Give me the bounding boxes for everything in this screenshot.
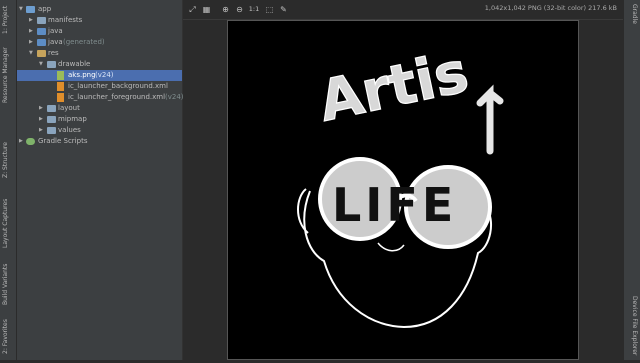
tree-item-java[interactable]: ▶ java — [17, 26, 182, 37]
tree-item-label: app — [38, 5, 52, 13]
tree-item-res[interactable]: ▼ res — [17, 48, 182, 59]
tree-item-values[interactable]: ▶ values — [17, 125, 182, 136]
tree-item-label: res — [48, 49, 59, 57]
tab-device-file-explorer[interactable]: Device File Explorer — [627, 296, 638, 358]
tab-gradle[interactable]: Gradle — [627, 4, 638, 34]
tab-build-variants[interactable]: Build Variants — [2, 262, 14, 307]
image-info: 1,042x1,042 PNG (32-bit color) 217.6 kB — [484, 4, 617, 12]
tree-item-label: values — [58, 126, 81, 134]
folder-icon — [47, 127, 56, 134]
folder-icon — [47, 61, 56, 68]
project-tree: ▼ app ▶ manifests ▶ java ▶ java (generat… — [17, 0, 184, 360]
xml-file-icon — [57, 93, 64, 102]
right-tool-strip: Gradle Device File Explorer — [623, 0, 640, 360]
tree-item-layout[interactable]: ▶ layout — [17, 103, 182, 114]
folder-icon — [47, 116, 56, 123]
tree-item-suffix: (v24) — [165, 93, 184, 101]
artwork-image: Artis LIFE — [228, 21, 578, 359]
tree-item-drawable[interactable]: ▼ drawable — [17, 59, 182, 70]
tree-item-aks-png[interactable]: aks.png (v24) — [17, 70, 182, 81]
tab-favorites[interactable]: 2: Favorites — [2, 318, 14, 356]
tree-item-label: ic_launcher_background.xml — [68, 82, 168, 90]
tree-item-suffix: (generated) — [63, 38, 105, 46]
expand-arrow-icon[interactable]: ▼ — [19, 4, 23, 15]
folder-icon — [37, 17, 46, 24]
folder-icon — [37, 39, 46, 46]
fit-zoom-icon[interactable]: ⬚ — [264, 4, 275, 15]
image-editor-toolbar: ⤢ ▦ ⊕ ⊖ 1:1 ⬚ ✎ 1,042x1,042 PNG (32-bit … — [183, 0, 623, 20]
collapse-arrow-icon[interactable]: ▶ — [39, 103, 43, 114]
tree-item-label: mipmap — [58, 115, 87, 123]
folder-icon — [37, 50, 46, 57]
fit-to-screen-icon[interactable]: ⤢ — [187, 4, 198, 15]
xml-file-icon — [57, 82, 64, 91]
tree-item-ic-launcher-background[interactable]: ic_launcher_background.xml — [17, 81, 182, 92]
collapse-arrow-icon[interactable]: ▶ — [19, 136, 23, 147]
tab-resource-manager[interactable]: Resource Manager — [2, 40, 14, 110]
tab-project[interactable]: 1: Project — [2, 2, 14, 38]
expand-arrow-icon[interactable]: ▼ — [29, 48, 33, 59]
image-file-icon — [57, 71, 64, 80]
tree-item-label: java — [48, 27, 63, 35]
tree-item-ic-launcher-foreground[interactable]: ic_launcher_foreground.xml (v24) — [17, 92, 184, 103]
tree-item-label: Gradle Scripts — [38, 137, 88, 145]
gradle-icon — [26, 138, 35, 145]
color-picker-icon[interactable]: ✎ — [278, 4, 289, 15]
tree-item-app[interactable]: ▼ app — [17, 4, 182, 15]
expand-arrow-icon[interactable]: ▼ — [39, 59, 43, 70]
tree-item-label: drawable — [58, 60, 91, 68]
folder-icon — [47, 105, 56, 112]
tree-item-label: manifests — [48, 16, 83, 24]
collapse-arrow-icon[interactable]: ▶ — [29, 26, 33, 37]
image-canvas: Artis LIFE — [183, 20, 623, 360]
module-folder-icon — [26, 6, 35, 13]
tree-item-gradle-scripts[interactable]: ▶ Gradle Scripts — [17, 136, 182, 147]
image-preview: Artis LIFE — [227, 20, 579, 360]
tab-layout-captures[interactable]: Layout Captures — [2, 196, 14, 251]
lens-text: LIFE — [332, 178, 457, 232]
collapse-arrow-icon[interactable]: ▶ — [39, 114, 43, 125]
tree-item-label: java — [48, 38, 63, 46]
tree-item-java-generated[interactable]: ▶ java (generated) — [17, 37, 182, 48]
tree-item-mipmap[interactable]: ▶ mipmap — [17, 114, 182, 125]
collapse-arrow-icon[interactable]: ▶ — [29, 37, 33, 48]
tree-item-label: layout — [58, 104, 80, 112]
tree-item-label: ic_launcher_foreground.xml — [68, 93, 166, 101]
tree-item-suffix: (v24) — [95, 71, 114, 79]
zoom-out-icon[interactable]: ⊖ — [234, 4, 245, 15]
grid-icon[interactable]: ▦ — [201, 4, 212, 15]
tab-structure[interactable]: Z: Structure — [2, 140, 14, 180]
collapse-arrow-icon[interactable]: ▶ — [29, 15, 33, 26]
tree-item-label: aks.png — [68, 71, 96, 79]
tree-item-manifests[interactable]: ▶ manifests — [17, 15, 182, 26]
folder-icon — [37, 28, 46, 35]
collapse-arrow-icon[interactable]: ▶ — [39, 125, 43, 136]
actual-size-button[interactable]: 1:1 — [247, 4, 261, 15]
left-tool-strip: 1: Project Resource Manager Z: Structure… — [0, 0, 17, 360]
zoom-in-icon[interactable]: ⊕ — [220, 4, 231, 15]
